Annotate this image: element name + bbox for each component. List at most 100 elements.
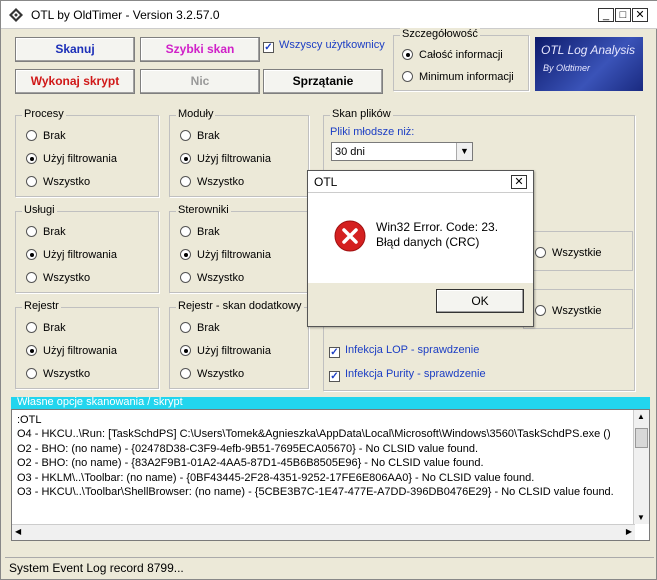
dropdown-arrow-icon[interactable]: ▼	[456, 143, 472, 160]
procesy-title: Procesy	[22, 108, 66, 120]
rejestr-filter-radio[interactable]: Użyj filtrowania	[26, 345, 117, 357]
procesy-none-radio[interactable]: Brak	[26, 130, 66, 142]
rejestr-dodatkowy-group: Rejestr - skan dodatkowy Brak Użyj filtr…	[169, 300, 309, 389]
moduly-none-radio[interactable]: Brak	[180, 130, 220, 142]
nothing-button[interactable]: Nic	[140, 69, 260, 94]
all-users-label: Wszyscy użytkownicy	[279, 39, 385, 51]
status-text: System Event Log record 8799...	[9, 561, 184, 575]
procesy-group: Procesy Brak Użyj filtrowania Wszystko	[15, 108, 159, 197]
radio-dot	[180, 345, 191, 356]
detail-full-radio[interactable]: Całość informacji	[402, 49, 503, 61]
option-label: Wszystko	[43, 272, 91, 284]
moduly-filter-radio[interactable]: Użyj filtrowania	[180, 153, 271, 165]
radio-dot	[180, 249, 191, 260]
rejestr-all-radio[interactable]: Wszystko	[26, 368, 90, 380]
dialog-title-bar[interactable]: OTL ✕	[308, 171, 533, 193]
procesy-all-radio[interactable]: Wszystko	[26, 176, 90, 188]
detail-group-title: Szczegółowość	[400, 28, 480, 40]
scroll-thumb[interactable]	[635, 428, 648, 448]
status-bar: System Event Log record 8799...	[5, 557, 654, 577]
dialog-title: OTL	[314, 175, 338, 189]
sterowniki-title: Sterowniki	[176, 204, 231, 216]
rejestr-dodatkowy-filter-radio[interactable]: Użyj filtrowania	[180, 345, 271, 357]
uslugi-filter-radio[interactable]: Użyj filtrowania	[26, 249, 117, 261]
scroll-down-icon[interactable]: ▼	[637, 513, 645, 522]
option-label: Użyj filtrowania	[197, 345, 271, 357]
files-newer-label: Pliki młodsze niż:	[330, 126, 415, 138]
script-line: O2 - BHO: (no name) - {02478D38-C3F9-4ef…	[17, 443, 479, 455]
logo-subtitle: By Oldtimer	[543, 63, 591, 73]
sterowniki-none-radio[interactable]: Brak	[180, 226, 220, 238]
dialog-close-button[interactable]: ✕	[511, 175, 527, 189]
dialog-message-line1: Win32 Error. Code: 23.	[376, 220, 499, 234]
checkbox-box: ✓	[329, 347, 340, 358]
minimize-button[interactable]: _	[598, 8, 614, 22]
script-line: :OTL	[17, 414, 42, 426]
otl-logo: OTL Log Analysis By Oldtimer	[535, 37, 643, 91]
error-dialog: OTL ✕ Win32 Error. Code: 23. Błąd danych…	[307, 170, 534, 327]
moduly-title: Moduły	[176, 108, 216, 120]
rejestr-none-radio[interactable]: Brak	[26, 322, 66, 334]
files-newer-select[interactable]: 30 dni ▼	[331, 142, 473, 161]
lop-check-checkbox[interactable]: ✓ Infekcja LOP - sprawdzenie	[329, 344, 479, 358]
scroll-left-icon[interactable]: ◀	[15, 527, 21, 536]
cleanup-button[interactable]: Sprzątanie	[263, 69, 383, 94]
radio-dot	[535, 305, 546, 316]
purity-check-checkbox[interactable]: ✓ Infekcja Purity - sprawdzenie	[329, 368, 486, 382]
sterowniki-all-radio[interactable]: Wszystko	[180, 272, 244, 284]
run-script-button[interactable]: Wykonaj skrypt	[15, 69, 135, 94]
all-files-label-1: Wszystkie	[552, 247, 602, 259]
option-label: Wszystko	[197, 368, 245, 380]
dialog-body: Win32 Error. Code: 23. Błąd danych (CRC)	[308, 193, 533, 283]
rejestr-dodatkowy-none-radio[interactable]: Brak	[180, 322, 220, 334]
detail-minimum-radio[interactable]: Minimum informacji	[402, 71, 514, 83]
scan-button[interactable]: Skanuj	[15, 37, 135, 62]
radio-dot	[26, 130, 37, 141]
dialog-message-line2: Błąd danych (CRC)	[376, 235, 480, 249]
procesy-filter-radio[interactable]: Użyj filtrowania	[26, 153, 117, 165]
radio-dot	[180, 368, 191, 379]
maximize-button[interactable]: □	[615, 8, 631, 22]
all-files-radio-1[interactable]: Wszystkie	[535, 247, 602, 259]
all-files-radio-2[interactable]: Wszystkie	[535, 305, 602, 317]
option-label: Brak	[43, 130, 66, 142]
radio-dot	[26, 368, 37, 379]
title-bar[interactable]: OTL by OldTimer - Version 3.2.57.0 _ □ ✕	[1, 1, 657, 29]
radio-dot	[402, 49, 413, 60]
radio-dot	[402, 71, 413, 82]
horizontal-scrollbar[interactable]: ◀ ▶	[12, 524, 635, 540]
option-label: Wszystko	[43, 176, 91, 188]
close-button[interactable]: ✕	[632, 8, 648, 22]
checkbox-box: ✓	[329, 371, 340, 382]
scroll-up-icon[interactable]: ▲	[637, 412, 645, 421]
radio-dot	[26, 322, 37, 333]
radio-dot	[26, 272, 37, 283]
sterowniki-filter-radio[interactable]: Użyj filtrowania	[180, 249, 271, 261]
dialog-ok-button[interactable]: OK	[436, 289, 524, 313]
rejestr-dodatkowy-all-radio[interactable]: Wszystko	[180, 368, 244, 380]
uslugi-all-radio[interactable]: Wszystko	[26, 272, 90, 284]
purity-check-label: Infekcja Purity - sprawdzenie	[345, 368, 486, 380]
script-line: O4 - HKCU..\Run: [TaskSchdPS] C:\Users\T…	[17, 428, 611, 440]
radio-dot	[180, 130, 191, 141]
detail-full-label: Całość informacji	[419, 49, 503, 61]
option-label: Użyj filtrowania	[197, 153, 271, 165]
moduly-all-radio[interactable]: Wszystko	[180, 176, 244, 188]
radio-dot	[180, 322, 191, 333]
uslugi-title: Usługi	[22, 204, 57, 216]
logo-title: OTL Log Analysis	[541, 43, 636, 57]
radio-dot	[180, 153, 191, 164]
vertical-scrollbar[interactable]: ▲ ▼	[633, 410, 649, 524]
option-label: Brak	[197, 226, 220, 238]
radio-dot	[535, 247, 546, 258]
all-users-checkbox[interactable]: ✓ Wszyscy użytkownicy	[263, 39, 385, 53]
rejestr-dodatkowy-title: Rejestr - skan dodatkowy	[176, 300, 304, 312]
uslugi-none-radio[interactable]: Brak	[26, 226, 66, 238]
quick-scan-button[interactable]: Szybki skan	[140, 37, 260, 62]
radio-dot	[26, 226, 37, 237]
scroll-right-icon[interactable]: ▶	[626, 527, 632, 536]
radio-dot	[26, 153, 37, 164]
option-label: Użyj filtrowania	[43, 249, 117, 261]
script-textbox[interactable]: :OTL O4 - HKCU..\Run: [TaskSchdPS] C:\Us…	[11, 409, 650, 541]
otl-app-icon	[9, 8, 23, 22]
